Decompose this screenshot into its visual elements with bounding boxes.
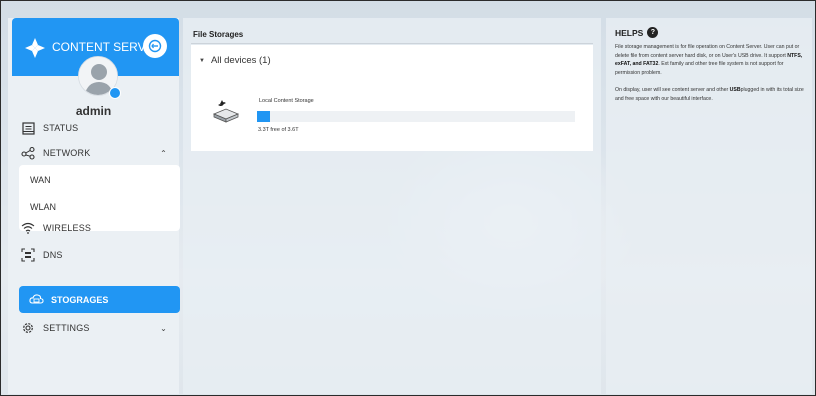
avatar-edit-badge-icon[interactable]: [109, 87, 121, 99]
nav-wireless[interactable]: WIRELESS: [19, 216, 179, 240]
hard-disk-icon[interactable]: [211, 99, 241, 123]
help-title-label: HELPS: [615, 27, 644, 38]
nav-status-label: STATUS: [43, 123, 79, 133]
logout-button[interactable]: [143, 34, 167, 58]
devices-card: ▼ All devices (1) Local Content Storage …: [191, 45, 593, 151]
help-title: HELPS ?: [615, 27, 659, 38]
all-devices-toggle[interactable]: ▼ All devices (1): [199, 55, 271, 66]
caret-down-icon: ▼: [199, 57, 205, 64]
nav-storages-label: STOGRAGES: [51, 294, 109, 305]
storage-free-text: 3.3T free of 3.6T: [258, 127, 299, 133]
app-window: CONTENT SERVER admin STATUS NETWORK ⌃ WA…: [0, 0, 816, 396]
nav-dns[interactable]: DNS: [19, 243, 179, 267]
help-panel: HELPS ? File storage management is for f…: [606, 18, 812, 394]
nav-settings-label: SETTINGS: [43, 323, 90, 333]
title-divider: [191, 43, 593, 44]
nav-wan[interactable]: WAN: [30, 175, 51, 185]
question-icon: ?: [647, 27, 659, 38]
nav-network[interactable]: NETWORK ⌃: [19, 141, 179, 165]
page-title: File Storages: [193, 30, 244, 39]
network-share-icon: [19, 144, 37, 162]
sidebar: CONTENT SERVER admin STATUS NETWORK ⌃ WA…: [8, 18, 180, 394]
help-p2-bold: USB: [729, 87, 741, 93]
storage-cloud-icon: [27, 291, 45, 309]
nav-dns-label: DNS: [43, 250, 63, 260]
nav-wlan[interactable]: WLAN: [30, 202, 56, 212]
logout-icon: [148, 39, 162, 53]
storage-usage-bar: [257, 111, 575, 122]
help-paragraph-2: On display, user will see content server…: [615, 86, 805, 103]
wifi-icon: [19, 219, 37, 237]
chevron-down-icon[interactable]: ⌄: [160, 324, 167, 333]
nav-wireless-label: WIRELESS: [43, 223, 92, 233]
brand-logo-icon: [25, 38, 45, 58]
status-icon: [19, 119, 37, 137]
nav-storages[interactable]: STOGRAGES: [19, 286, 180, 313]
storage-name: Local Content Storage: [259, 98, 314, 104]
all-devices-label: All devices (1): [210, 55, 271, 66]
nav-settings[interactable]: SETTINGS ⌄: [19, 316, 179, 340]
nav-status[interactable]: STATUS: [19, 116, 179, 140]
help-p2-text: On display, user will see content server…: [615, 87, 730, 93]
gear-icon: [19, 319, 37, 337]
nav-network-label: NETWORK: [43, 148, 91, 158]
help-paragraph-1: File storage management is for file oper…: [615, 43, 805, 77]
file-storages-panel: File Storages ▼ All devices (1) Local Co…: [183, 18, 601, 394]
chevron-up-icon[interactable]: ⌃: [160, 149, 167, 158]
storage-usage-fill: [257, 111, 270, 122]
dns-icon: [19, 246, 37, 264]
help-p1-text: File storage management is for file oper…: [615, 44, 800, 59]
